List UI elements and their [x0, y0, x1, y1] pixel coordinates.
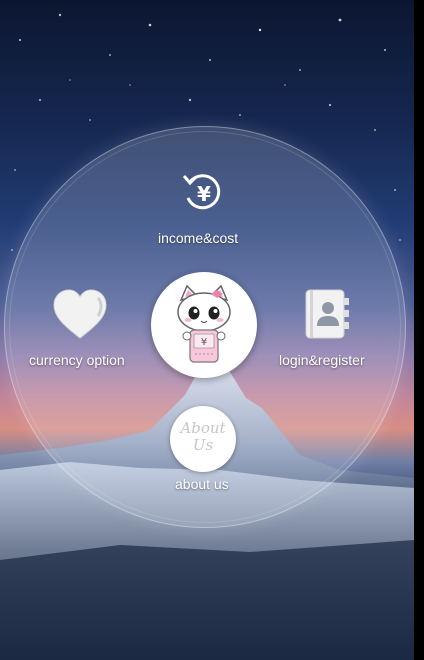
about-us-button[interactable]: About Us	[170, 406, 236, 472]
menu-label-login-register: login&register	[279, 352, 365, 368]
svg-text:¥: ¥	[197, 182, 211, 206]
menu-item-income-cost[interactable]: ¥ income&cost	[150, 168, 256, 248]
menu-item-currency-option[interactable]: currency option	[26, 288, 136, 372]
menu-label-currency-option: currency option	[29, 352, 125, 368]
yuan-refresh-icon: ¥	[182, 174, 221, 210]
screen-edge	[414, 0, 424, 660]
cat-mascot-icon: ¥	[177, 284, 231, 363]
contacts-book-icon	[305, 289, 349, 339]
center-mascot-button[interactable]: ¥	[151, 272, 257, 378]
about-us-icon: About Us	[180, 419, 226, 454]
mascot-coin-symbol: ¥	[201, 337, 207, 348]
heart-icon	[53, 289, 107, 339]
menu-label-about-us[interactable]: about us	[175, 476, 229, 492]
menu-item-login-register[interactable]: login&register	[276, 288, 376, 372]
menu-label-income-cost: income&cost	[158, 230, 239, 246]
